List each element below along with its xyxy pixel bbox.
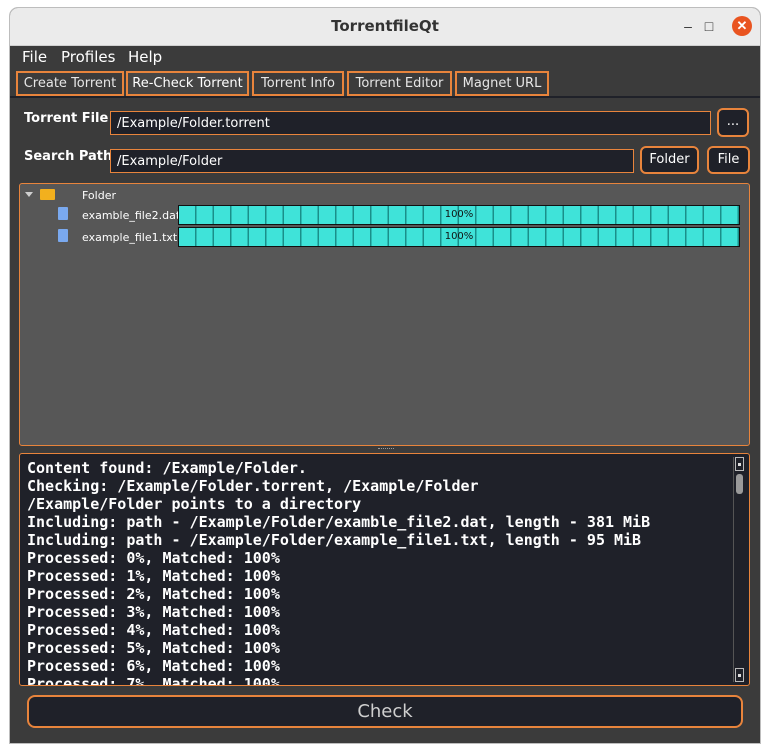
file-tree[interactable]: Folder examble_file2.dat 100% example_fi…	[19, 183, 750, 446]
log-line: Processed: 4%, Matched: 100%	[27, 621, 280, 639]
progress-label: 100%	[444, 231, 474, 242]
minimize-icon[interactable]: –	[678, 16, 698, 36]
title-bar[interactable]: TorrentfileQt – □ ✕	[10, 8, 760, 46]
tab-torrent-info[interactable]: Torrent Info	[252, 71, 344, 96]
scroll-up-icon[interactable]	[735, 457, 744, 471]
scroll-down-icon[interactable]	[735, 668, 744, 682]
torrent-file-label: Torrent File	[24, 111, 109, 126]
scroll-thumb[interactable]	[736, 474, 743, 494]
app-window: TorrentfileQt – □ ✕ File Profiles Help C…	[10, 8, 760, 743]
log-line: Processed: 1%, Matched: 100%	[27, 567, 280, 585]
tab-create-torrent[interactable]: Create Torrent	[16, 71, 124, 96]
tab-magnet-url[interactable]: Magnet URL	[455, 71, 549, 96]
log-line: Content found: /Example/Folder.	[27, 459, 307, 477]
search-path-input[interactable]: /Example/Folder	[110, 149, 634, 173]
menu-profiles[interactable]: Profiles	[61, 48, 115, 66]
menu-bar: File Profiles Help	[10, 46, 760, 68]
browse-torrent-button[interactable]: ...	[717, 108, 749, 137]
splitter-handle[interactable]	[378, 448, 394, 451]
window-title: TorrentfileQt	[331, 17, 439, 35]
file-progress-bar: 100%	[178, 205, 740, 225]
log-line: Checking: /Example/Folder.torrent, /Exam…	[27, 477, 479, 495]
log-line: Including: path - /Example/Folder/exampl…	[27, 531, 642, 549]
log-line: Processed: 0%, Matched: 100%	[27, 549, 280, 567]
tab-bar: Create Torrent Re-Check Torrent Torrent …	[10, 69, 760, 96]
search-path-label: Search Path	[24, 149, 113, 164]
log-line: Processed: 2%, Matched: 100%	[27, 585, 280, 603]
file-icon	[58, 207, 68, 220]
menu-help[interactable]: Help	[128, 48, 162, 66]
expand-arrow-icon[interactable]	[25, 192, 33, 197]
log-line: Including: path - /Example/Folder/exambl…	[27, 513, 651, 531]
file-button[interactable]: File	[707, 146, 750, 174]
folder-button[interactable]: Folder	[640, 146, 699, 174]
tree-file-name[interactable]: example_file1.txt	[82, 231, 177, 244]
log-line: Processed: 6%, Matched: 100%	[27, 657, 280, 675]
log-line: /Example/Folder points to a directory	[27, 495, 362, 513]
progress-label: 100%	[444, 209, 474, 220]
log-line: Processed: 3%, Matched: 100%	[27, 603, 280, 621]
log-line: Processed: 5%, Matched: 100%	[27, 639, 280, 657]
maximize-icon[interactable]: □	[699, 16, 719, 36]
menu-file[interactable]: File	[22, 48, 47, 66]
file-progress-bar: 100%	[178, 227, 740, 247]
log-output[interactable]: Content found: /Example/Folder. Checking…	[19, 453, 750, 686]
torrent-file-input[interactable]: /Example/Folder.torrent	[110, 111, 711, 135]
tree-file-name[interactable]: examble_file2.dat	[82, 209, 180, 222]
log-scrollbar[interactable]	[733, 457, 746, 682]
file-icon	[58, 229, 68, 242]
log-line: Processed: 7%, Matched: 100%	[27, 675, 280, 686]
tab-recheck-torrent[interactable]: Re-Check Torrent	[126, 71, 249, 96]
tree-folder-name[interactable]: Folder	[82, 189, 116, 202]
check-button[interactable]: Check	[27, 695, 743, 728]
folder-icon	[40, 189, 55, 200]
close-icon[interactable]: ✕	[732, 16, 752, 36]
tab-torrent-editor[interactable]: Torrent Editor	[347, 71, 452, 96]
tab-divider	[10, 96, 760, 98]
